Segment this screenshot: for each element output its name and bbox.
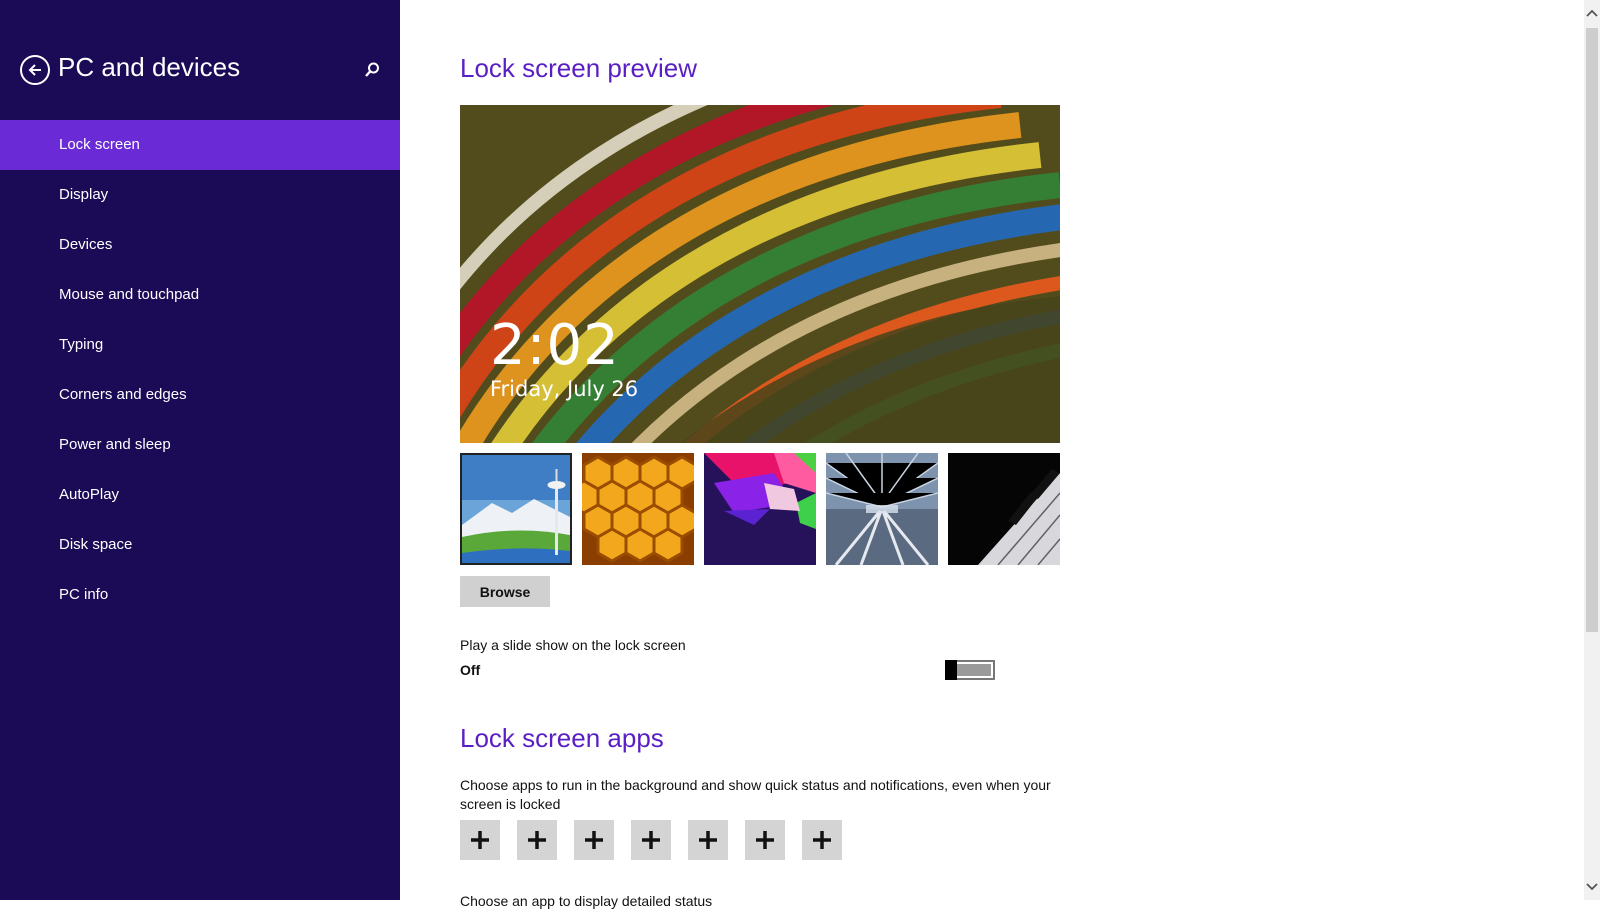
background-thumbnails bbox=[460, 453, 1060, 565]
lock-screen-preview: 2:02 Friday, July 26 bbox=[460, 105, 1060, 443]
scroll-up-button[interactable] bbox=[1584, 4, 1600, 22]
lock-screen-preview-title: Lock screen preview bbox=[460, 53, 697, 83]
space-needle-image bbox=[462, 455, 570, 563]
add-app-button[interactable] bbox=[745, 820, 785, 860]
plus-icon bbox=[471, 831, 489, 849]
preview-date: Friday, July 26 bbox=[490, 377, 639, 401]
plus-icon bbox=[528, 831, 546, 849]
chevron-up-icon bbox=[1586, 9, 1598, 17]
thumbnail-geometric-shapes[interactable] bbox=[704, 453, 816, 565]
back-arrow-icon bbox=[28, 64, 41, 76]
thumbnail-piano-keys[interactable] bbox=[948, 453, 1060, 565]
scroll-down-button[interactable] bbox=[1584, 878, 1600, 896]
sidebar-item-display[interactable]: Display bbox=[0, 170, 400, 220]
add-app-button[interactable] bbox=[574, 820, 614, 860]
search-icon bbox=[365, 62, 379, 77]
sidebar-item-lock-screen[interactable]: Lock screen bbox=[0, 120, 400, 170]
geometric-shapes-image bbox=[704, 453, 816, 565]
tunnel-image bbox=[826, 453, 938, 565]
honeycomb-image bbox=[582, 453, 694, 565]
add-app-button[interactable] bbox=[802, 820, 842, 860]
toggle-thumb[interactable] bbox=[945, 660, 957, 680]
sidebar-item-mouse-and-touchpad[interactable]: Mouse and touchpad bbox=[0, 270, 400, 320]
browse-button[interactable]: Browse bbox=[460, 576, 550, 607]
main-content: Lock screen preview 2:02 Friday, July 26… bbox=[400, 0, 1584, 909]
sidebar-item-corners-and-edges[interactable]: Corners and edges bbox=[0, 370, 400, 420]
slideshow-toggle-state: Off bbox=[460, 662, 481, 678]
plus-icon bbox=[756, 831, 774, 849]
plus-icon bbox=[813, 831, 831, 849]
add-app-button[interactable] bbox=[631, 820, 671, 860]
sidebar-item-power-and-sleep[interactable]: Power and sleep bbox=[0, 420, 400, 470]
sidebar-nav: Lock screen Display Devices Mouse and to… bbox=[0, 120, 400, 620]
search-button[interactable] bbox=[360, 58, 384, 82]
plus-icon bbox=[642, 831, 660, 849]
plus-icon bbox=[699, 831, 717, 849]
sidebar-title: PC and devices bbox=[58, 52, 241, 82]
sidebar-item-pc-info[interactable]: PC info bbox=[0, 570, 400, 620]
back-button[interactable] bbox=[20, 55, 50, 85]
add-app-button[interactable] bbox=[688, 820, 728, 860]
sidebar-item-disk-space[interactable]: Disk space bbox=[0, 520, 400, 570]
scroll-thumb[interactable] bbox=[1586, 28, 1598, 632]
thumbnail-space-needle[interactable] bbox=[460, 453, 572, 565]
thumbnail-tunnel[interactable] bbox=[826, 453, 938, 565]
chevron-down-icon bbox=[1586, 883, 1598, 891]
thumbnail-honeycomb[interactable] bbox=[582, 453, 694, 565]
vertical-scrollbar[interactable] bbox=[1584, 0, 1600, 900]
sidebar-item-devices[interactable]: Devices bbox=[0, 220, 400, 270]
lock-screen-apps-description: Choose apps to run in the background and… bbox=[460, 777, 1051, 812]
piano-keys-image bbox=[948, 453, 1060, 565]
preview-time: 2:02 bbox=[490, 313, 620, 378]
detailed-status-label: Choose an app to display detailed status bbox=[460, 893, 713, 909]
add-app-button[interactable] bbox=[517, 820, 557, 860]
sidebar: PC and devices Lock screen Display Devic… bbox=[0, 0, 400, 900]
sidebar-item-typing[interactable]: Typing bbox=[0, 320, 400, 370]
slideshow-toggle[interactable] bbox=[945, 660, 995, 680]
add-app-button[interactable] bbox=[460, 820, 500, 860]
slideshow-label: Play a slide show on the lock screen bbox=[460, 637, 686, 653]
plus-icon bbox=[585, 831, 603, 849]
sidebar-item-autoplay[interactable]: AutoPlay bbox=[0, 470, 400, 520]
lock-screen-apps-title: Lock screen apps bbox=[460, 723, 664, 753]
